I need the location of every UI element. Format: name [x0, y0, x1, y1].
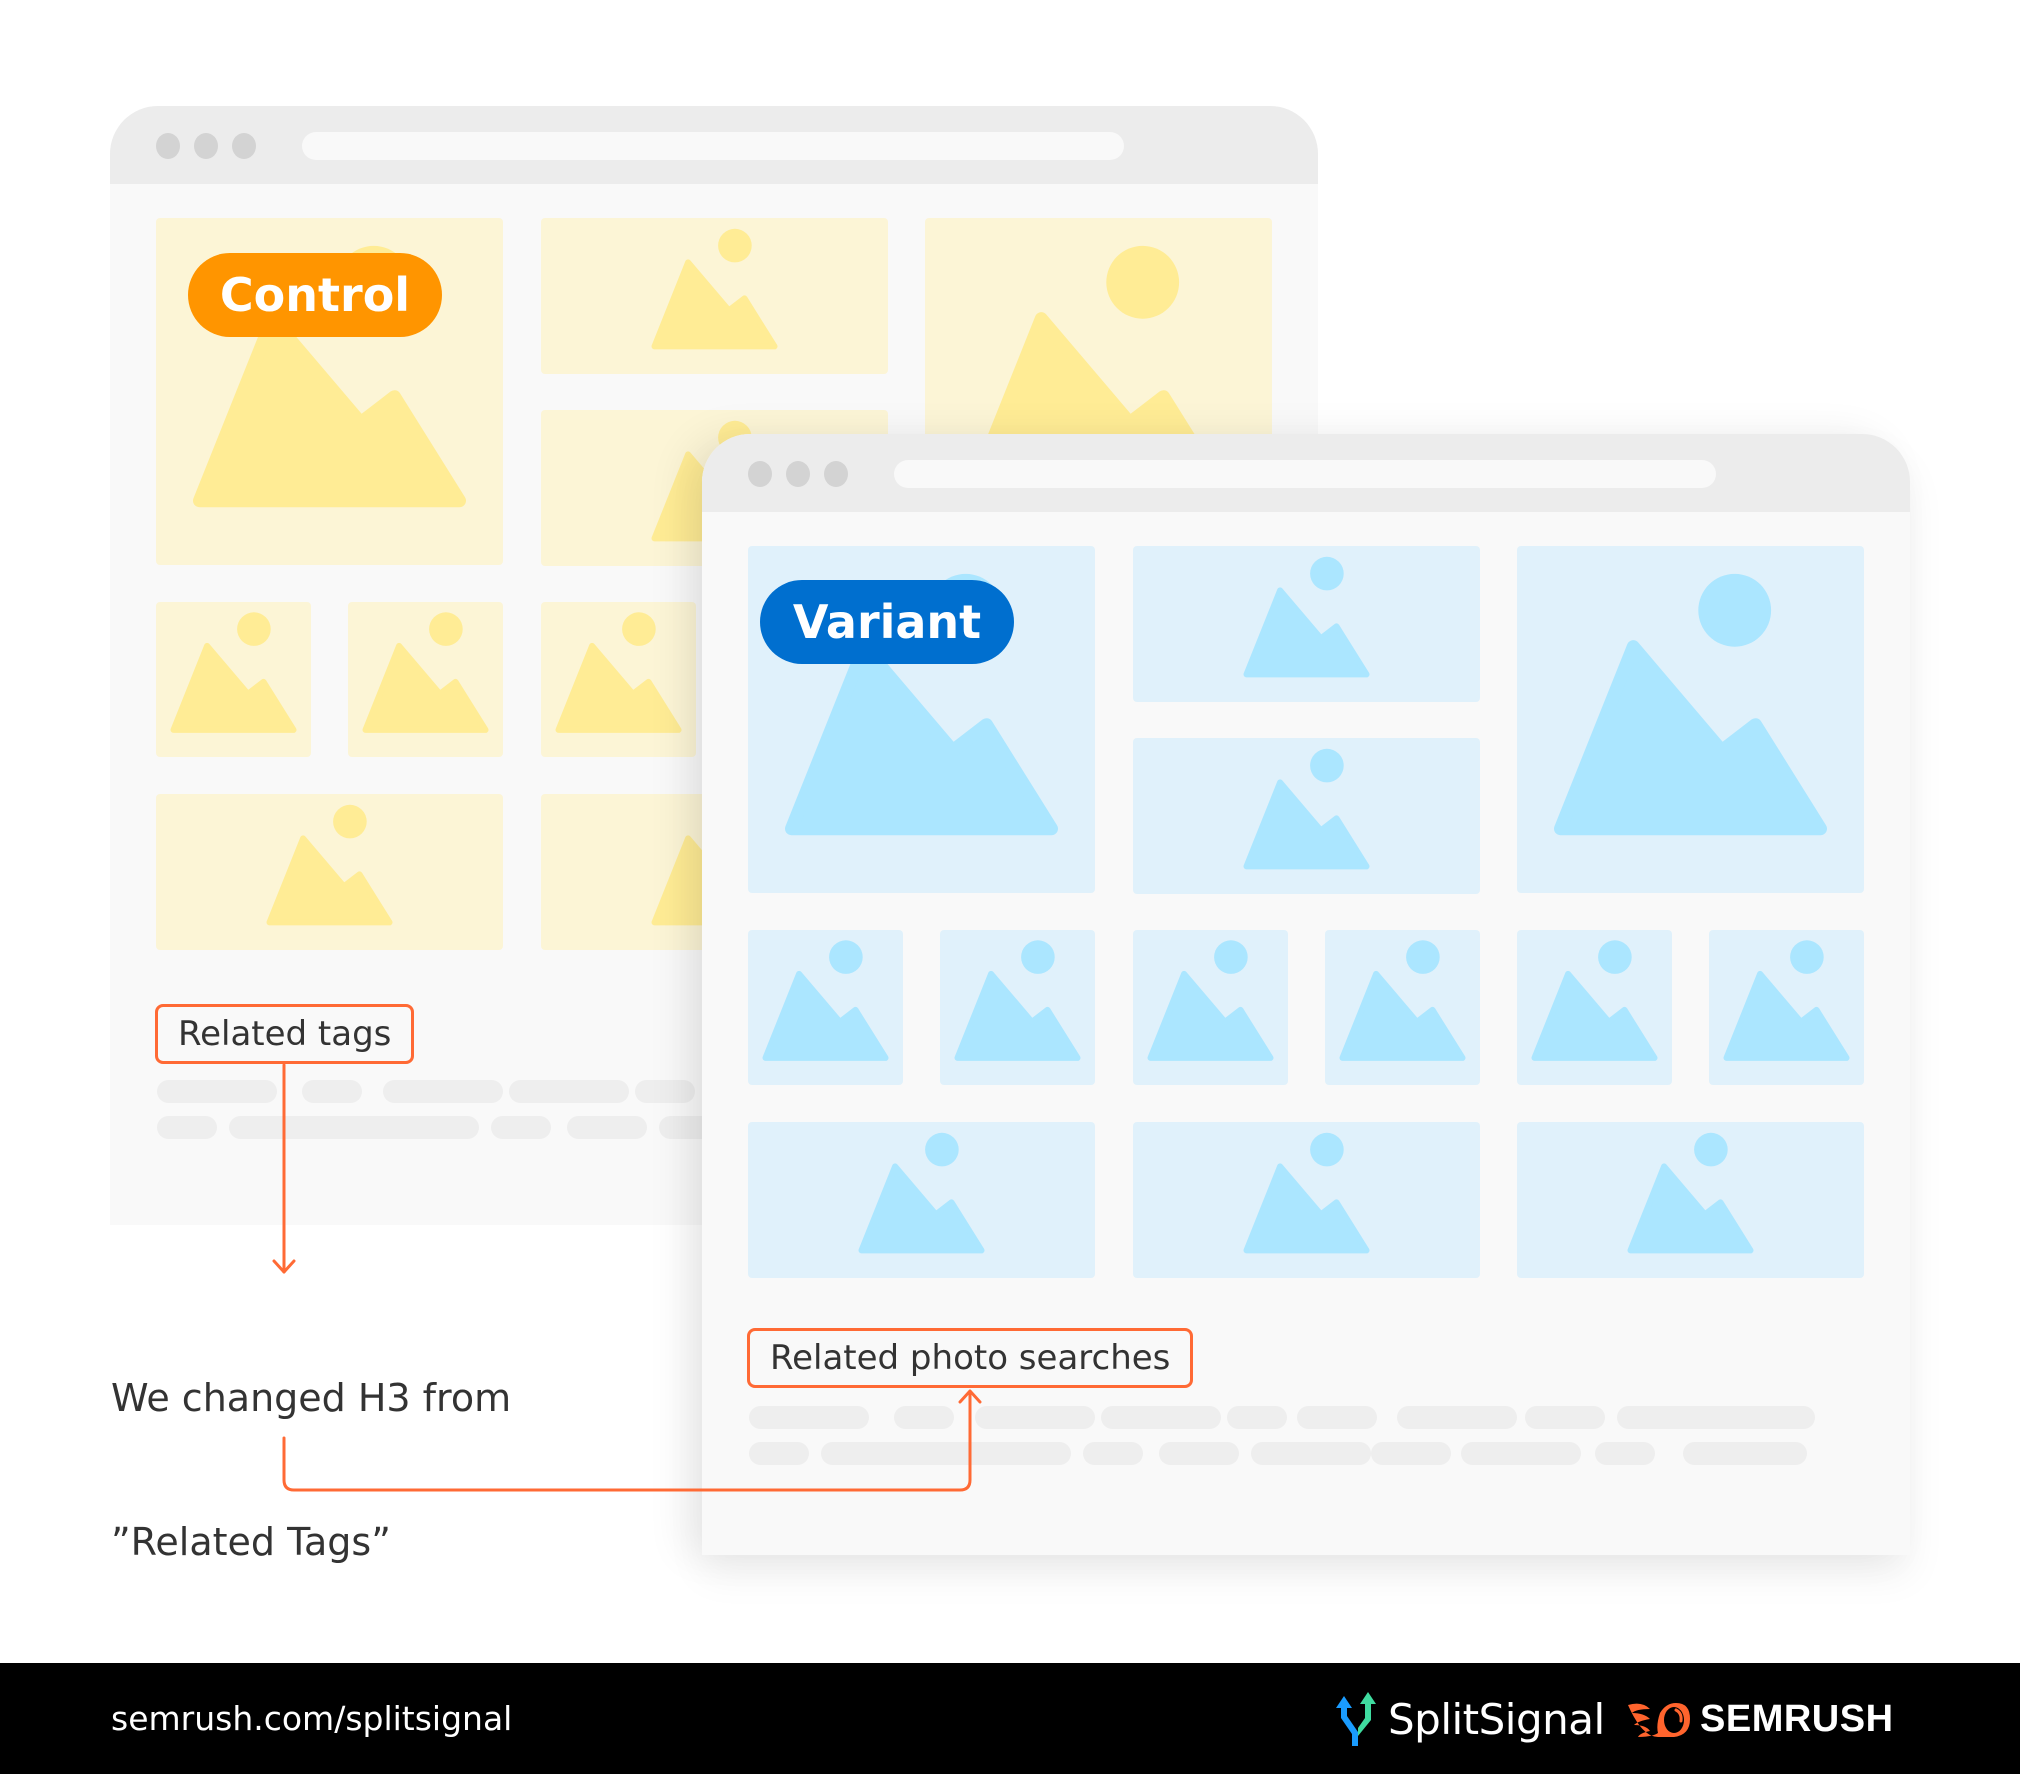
tag-pill[interactable]	[1595, 1442, 1655, 1465]
image-thumbnail[interactable]	[1133, 546, 1480, 702]
image-thumbnail[interactable]	[748, 930, 903, 1085]
annotation-line: We changed H3 from	[111, 1376, 512, 1420]
tag-pill[interactable]	[749, 1406, 869, 1429]
tag-pill[interactable]	[359, 1116, 479, 1139]
window-dot-icon	[786, 461, 810, 487]
tag-pill[interactable]	[157, 1080, 277, 1103]
image-thumbnail[interactable]	[1133, 738, 1480, 894]
tag-pill[interactable]	[567, 1116, 647, 1139]
tag-pill[interactable]	[635, 1080, 695, 1103]
tag-pill[interactable]	[1159, 1442, 1239, 1465]
image-placeholder-icon	[1243, 748, 1370, 870]
semrush-logo[interactable]: SEMRUSH	[1628, 1691, 1894, 1747]
image-placeholder-icon	[266, 804, 393, 926]
control-address-bar[interactable]	[302, 132, 1124, 160]
tag-pill[interactable]	[1251, 1442, 1371, 1465]
tag-pill[interactable]	[383, 1080, 503, 1103]
window-dot-icon	[194, 133, 218, 159]
tag-pill[interactable]	[509, 1080, 629, 1103]
image-thumbnail[interactable]	[1517, 546, 1864, 893]
image-thumbnail[interactable]	[940, 930, 1095, 1085]
tag-pill[interactable]	[491, 1116, 551, 1139]
image-placeholder-icon	[1723, 940, 1850, 1061]
image-placeholder-icon	[954, 940, 1081, 1061]
image-thumbnail[interactable]	[1133, 1122, 1480, 1278]
window-dot-icon	[156, 133, 180, 159]
splitsignal-wordmark: SplitSignal	[1388, 1694, 1605, 1744]
image-thumbnail[interactable]	[156, 602, 311, 757]
image-thumbnail[interactable]	[1709, 930, 1864, 1085]
image-placeholder-icon	[1147, 940, 1274, 1061]
image-thumbnail[interactable]	[1325, 930, 1480, 1085]
down-arrowhead-icon	[272, 1259, 296, 1274]
control-titlebar	[110, 106, 1318, 184]
image-placeholder-icon	[1339, 940, 1466, 1061]
image-thumbnail[interactable]	[348, 602, 503, 757]
splitsignal-logo[interactable]: SplitSignal	[1336, 1691, 1605, 1747]
control-badge: Control	[188, 253, 442, 337]
image-placeholder-icon	[555, 612, 682, 733]
image-thumbnail[interactable]	[1517, 930, 1672, 1085]
tag-pill[interactable]	[1525, 1406, 1605, 1429]
tag-pill[interactable]	[1083, 1442, 1143, 1465]
variant-address-bar[interactable]	[894, 460, 1716, 488]
tag-pill[interactable]	[951, 1442, 1071, 1465]
tag-pill[interactable]	[894, 1406, 954, 1429]
variant-titlebar	[702, 434, 1910, 512]
tag-pill[interactable]	[1461, 1442, 1581, 1465]
window-dot-icon	[748, 461, 772, 487]
image-thumbnail[interactable]	[541, 218, 888, 374]
image-placeholder-icon	[651, 228, 778, 350]
tag-pill[interactable]	[157, 1116, 217, 1139]
tag-pill[interactable]	[302, 1080, 362, 1103]
variant-badge: Variant	[760, 580, 1014, 664]
image-placeholder-icon	[1627, 1132, 1754, 1254]
image-placeholder-icon	[170, 612, 297, 733]
semrush-wordmark: SEMRUSH	[1700, 1697, 1894, 1740]
window-dot-icon	[232, 133, 256, 159]
image-thumbnail[interactable]	[156, 794, 503, 950]
image-thumbnail[interactable]	[541, 602, 696, 757]
footer-bar: semrush.com/splitsignal SplitSignal SEMR…	[0, 1663, 2020, 1774]
tag-pill[interactable]	[1397, 1406, 1517, 1429]
window-dot-icon	[824, 461, 848, 487]
footer-url-link[interactable]: semrush.com/splitsignal	[111, 1663, 512, 1774]
image-placeholder-icon	[858, 1132, 985, 1254]
image-thumbnail[interactable]	[1133, 930, 1288, 1085]
variant-related-searches-heading: Related photo searches	[747, 1328, 1194, 1388]
tag-pill[interactable]	[1683, 1442, 1807, 1465]
tag-pill[interactable]	[975, 1406, 1095, 1429]
tag-pill[interactable]	[1101, 1406, 1221, 1429]
image-placeholder-icon	[1243, 1132, 1370, 1254]
image-thumbnail[interactable]	[748, 1122, 1095, 1278]
image-thumbnail[interactable]	[1517, 1122, 1864, 1278]
semrush-fireball-icon	[1628, 1703, 1690, 1737]
split-arrows-icon	[1336, 1692, 1376, 1746]
image-placeholder-icon	[1243, 556, 1370, 678]
variant-browser-window: Variant Related photo searches	[702, 434, 1910, 1555]
tag-pill[interactable]	[1297, 1406, 1377, 1429]
image-placeholder-icon	[762, 940, 889, 1061]
image-placeholder-icon	[1554, 573, 1827, 836]
image-placeholder-icon	[1531, 940, 1658, 1061]
tag-pill[interactable]	[1747, 1406, 1815, 1429]
annotation-line: ”Related Tags”	[111, 1520, 391, 1564]
tag-pill[interactable]	[1371, 1442, 1451, 1465]
image-placeholder-icon	[362, 612, 489, 733]
tag-pill[interactable]	[749, 1442, 809, 1465]
tag-pill[interactable]	[1227, 1406, 1287, 1429]
control-related-tags-heading: Related tags	[155, 1004, 415, 1064]
